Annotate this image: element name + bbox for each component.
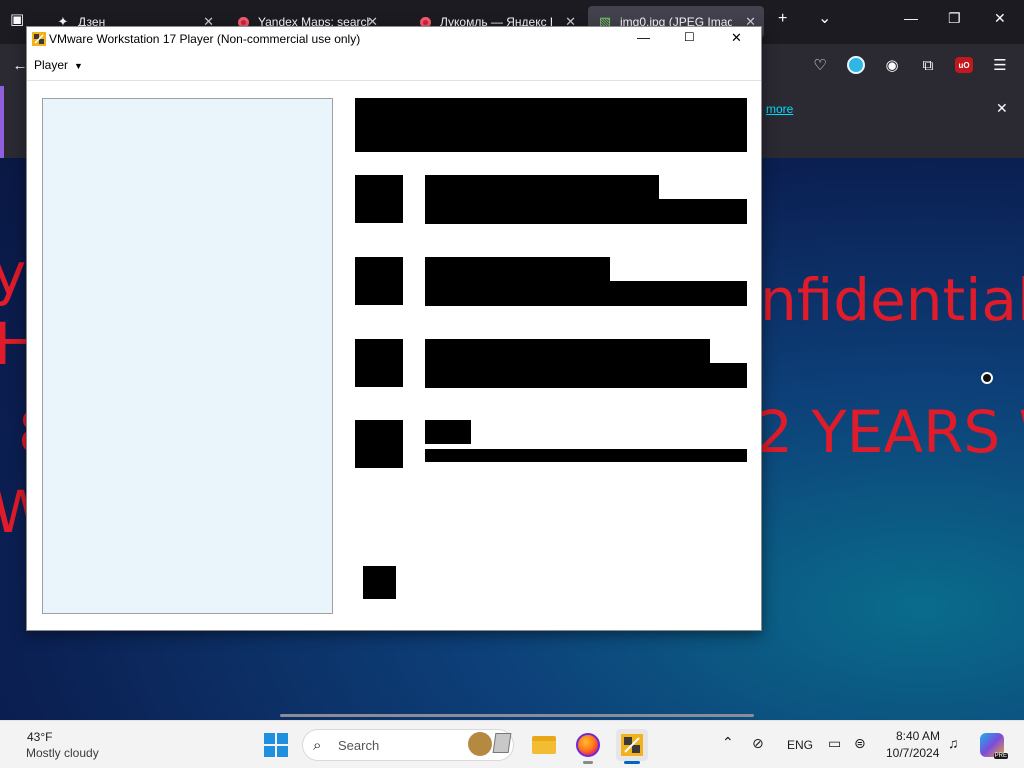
close-icon[interactable]: ✕ [996, 100, 1008, 117]
notification-bell-icon[interactable]: ♫ [948, 735, 959, 751]
maximize-icon[interactable]: ❐ [948, 10, 961, 27]
close-icon[interactable]: ✕ [994, 10, 1006, 27]
running-indicator [583, 761, 593, 764]
language-indicator[interactable]: ENG [787, 738, 813, 752]
image-text: y [0, 240, 27, 308]
volume-icon[interactable]: ⊜ [854, 735, 866, 752]
redacted-icon[interactable] [355, 420, 403, 468]
sidebar-toggle-icon[interactable]: ▣ [10, 10, 24, 28]
copilot-badge: PRE [993, 753, 1008, 759]
redacted-header [355, 98, 747, 152]
zoom-out-cursor-icon [981, 372, 993, 384]
vmware-window: VMware Workstation 17 Player (Non-commer… [26, 26, 762, 631]
weather-description[interactable]: Mostly cloudy [26, 746, 99, 760]
search-highlight-icon [468, 732, 492, 756]
vmware-titlebar[interactable]: VMware Workstation 17 Player (Non-commer… [27, 27, 761, 51]
close-icon[interactable]: ✕ [731, 30, 742, 46]
search-placeholder: Search [338, 738, 380, 753]
extensions-icon[interactable]: ⧉ [918, 55, 938, 75]
minimize-icon[interactable]: — [904, 10, 918, 26]
chevron-down-icon[interactable]: ▼ [74, 61, 83, 71]
redacted-title[interactable] [425, 420, 471, 444]
start-button[interactable] [264, 733, 288, 757]
learn-more-link[interactable]: more [766, 102, 793, 116]
active-indicator [624, 761, 640, 764]
redacted-description [425, 449, 747, 462]
taskbar: 43°F Mostly cloudy ⌕ Search ⌃ ⊘ ENG ▭ ⊜ … [0, 720, 1024, 768]
vmware-logo-icon [32, 32, 46, 46]
menu-icon[interactable]: ☰ [990, 55, 1010, 75]
pocket-icon[interactable]: ♡ [810, 55, 830, 75]
image-text: nfidential [760, 266, 1024, 334]
firefox-button[interactable] [572, 729, 604, 764]
clock-date[interactable]: 10/7/2024 [886, 746, 939, 760]
redacted-icon[interactable] [355, 257, 403, 305]
redacted-description [425, 281, 747, 306]
firefox-icon [576, 733, 600, 757]
ublock-icon[interactable]: uO [954, 55, 974, 75]
chevron-up-icon[interactable]: ⌃ [722, 734, 734, 751]
search-highlight-icon [492, 733, 512, 753]
new-tab-button[interactable]: + [778, 10, 787, 28]
horizontal-scrollbar[interactable] [280, 714, 754, 717]
redacted-footer-icon[interactable] [363, 566, 396, 599]
tab-list-button[interactable]: ⌄ [818, 8, 831, 28]
extension-blue-icon[interactable] [846, 55, 866, 75]
account-icon[interactable]: ◉ [882, 55, 902, 75]
minimize-icon[interactable]: — [637, 30, 650, 45]
clock-time[interactable]: 8:40 AM [896, 729, 940, 743]
copilot-icon[interactable]: PRE [980, 733, 1008, 759]
redacted-description [425, 363, 747, 388]
player-menu[interactable]: Player [34, 58, 68, 72]
redacted-title[interactable] [425, 339, 710, 363]
file-explorer-button[interactable] [528, 729, 560, 761]
weather-temperature[interactable]: 43°F [27, 730, 52, 744]
image-text: 2 YEARS W [756, 398, 1024, 466]
window-title: VMware Workstation 17 Player (Non-commer… [49, 32, 361, 46]
vmware-icon [621, 734, 643, 756]
maximize-icon[interactable]: ☐ [684, 30, 695, 44]
redacted-icon[interactable] [355, 175, 403, 223]
redacted-icon[interactable] [355, 339, 403, 387]
redacted-title[interactable] [425, 257, 610, 281]
vmware-menubar: Player ▼ [27, 51, 761, 81]
folder-icon [532, 736, 556, 754]
vmware-taskbar-button[interactable] [616, 729, 648, 764]
vm-library-panel[interactable] [42, 98, 333, 614]
redacted-title[interactable] [425, 175, 659, 199]
redacted-description [425, 199, 747, 224]
network-off-icon[interactable]: ⊘ [752, 735, 764, 752]
display-icon[interactable]: ▭ [828, 735, 841, 752]
search-icon: ⌕ [313, 737, 322, 754]
